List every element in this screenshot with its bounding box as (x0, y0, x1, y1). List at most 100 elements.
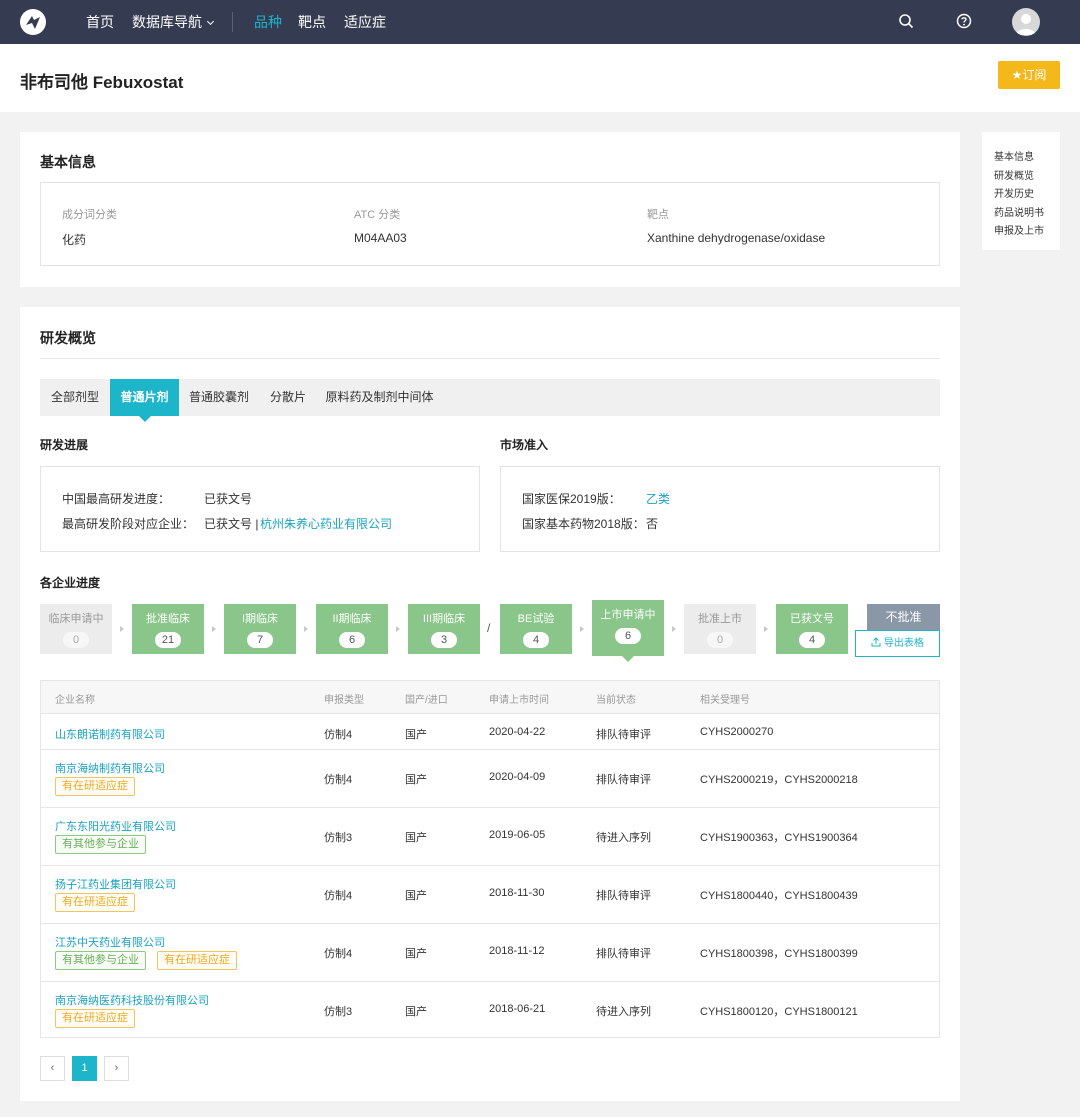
status: 待进入序列 (596, 1006, 651, 1018)
basic-info-card: 基本信息 成分词分类 化药 ATC 分类 M04AA03 靶点 Xanthine… (20, 132, 960, 287)
search-icon[interactable] (898, 13, 914, 32)
filing-type: 仿制4 (324, 774, 353, 786)
table-row: 广东东阳光药业有限公司 有其他参与企业 仿制3 国产 2019-06-05 待进… (41, 808, 939, 866)
arrow-right-icon (580, 626, 584, 632)
arrow-right-icon (304, 626, 308, 632)
tab-dispersible[interactable]: 分散片 (259, 379, 317, 416)
side-item-basic-info[interactable]: 基本信息 (994, 148, 1034, 163)
field-label: 靶点 (647, 209, 669, 221)
subscribe-label: 订阅 (1022, 68, 1047, 82)
pagination-prev-button[interactable]: ‹ (40, 1056, 65, 1081)
company-name-link[interactable]: 山东朗诺制药有限公司 (55, 726, 165, 742)
stage-count: 4 (799, 632, 825, 648)
filing-date: 2020-04-22 (489, 726, 546, 738)
pagination-page-button[interactable]: 1 (72, 1056, 97, 1081)
arrow-right-icon (672, 626, 676, 632)
stage-name: 临床申请中 (48, 613, 104, 625)
nav-database[interactable]: 数据库导航 (132, 13, 215, 31)
nav-divider (232, 12, 233, 32)
stage-count: 0 (63, 632, 89, 648)
logo-icon[interactable] (20, 9, 46, 35)
reference-links[interactable]: CYHS1800120，CYHS1800121 (700, 1003, 858, 1019)
column-header: 国产/进口 (405, 695, 448, 706)
basic-info-box: 成分词分类 化药 ATC 分类 M04AA03 靶点 Xanthine dehy… (40, 182, 940, 266)
top-nav: 首页 数据库导航 品种 靶点 适应症 (0, 0, 1080, 44)
stage-name: 批准临床 (146, 613, 190, 625)
reference-links[interactable]: CYHS1800398，CYHS1800399 (700, 945, 858, 961)
column-header: 当前状态 (596, 695, 636, 706)
tab-all-forms[interactable]: 全部剂型 (40, 379, 110, 416)
origin: 国产 (405, 948, 427, 960)
arrow-right-icon (212, 626, 216, 632)
company-name-link[interactable]: 江苏中天药业有限公司 (55, 934, 165, 950)
stage-count: 7 (247, 632, 273, 648)
side-item-history[interactable]: 开发历史 (994, 185, 1034, 200)
stage-market-application[interactable]: 上市申请中 6 (592, 600, 664, 662)
stage-phase-2[interactable]: II期临床 6 (316, 604, 388, 654)
nav-indications[interactable]: 适应症 (344, 13, 386, 31)
tab-tablets[interactable]: 普通片剂 (110, 379, 179, 422)
stage-count: 3 (431, 632, 457, 648)
filing-date: 2019-06-05 (489, 829, 546, 841)
pipeline-title: 各企业进度 (40, 576, 101, 590)
reference-links[interactable]: CYHS2000219，CYHS2000218 (700, 771, 858, 787)
chevron-down-icon (206, 17, 215, 26)
market-box: 国家医保2019版： 乙类 国家基本药物2018版： 否 (500, 466, 940, 552)
company-name-link[interactable]: 南京海纳制药有限公司 (55, 760, 165, 776)
nav-targets[interactable]: 靶点 (298, 13, 326, 31)
help-icon[interactable] (956, 13, 972, 32)
filing-type: 仿制3 (324, 832, 353, 844)
stage-count: 21 (155, 632, 181, 648)
filing-date: 2018-06-21 (489, 1003, 546, 1015)
stage-clinical-approved[interactable]: 批准临床 21 (132, 604, 204, 654)
pagination-next-button[interactable]: › (104, 1056, 129, 1081)
tab-api[interactable]: 原料药及制剂中间体 (317, 379, 442, 416)
export-icon (871, 637, 884, 649)
reference-links[interactable]: CYHS2000270 (700, 726, 773, 738)
market-title: 市场准入 (500, 438, 549, 452)
stage-name: II期临床 (332, 613, 372, 625)
page-title: 非布司他 Febuxostat (20, 73, 184, 92)
status: 排队待审评 (596, 729, 651, 741)
market-value-link[interactable]: 乙类 (646, 490, 670, 507)
side-item-rd-overview[interactable]: 研发概览 (994, 167, 1034, 182)
export-table-button[interactable]: 导出表格 (855, 630, 940, 657)
avatar[interactable] (1012, 8, 1040, 36)
stage-clinical-application[interactable]: 临床申请中 0 (40, 604, 112, 654)
stage-licensed[interactable]: 已获文号 4 (776, 604, 848, 654)
reference-links[interactable]: CYHS1800440，CYHS1800439 (700, 887, 858, 903)
stage-market-approved[interactable]: 批准上市 0 (684, 604, 756, 654)
subscribe-button[interactable]: ★订阅 (998, 61, 1060, 89)
table-row: 扬子江药业集团有限公司 有在研适应症 仿制4 国产 2018-11-30 排队待… (41, 866, 939, 924)
stage-name: BE试验 (517, 613, 555, 625)
side-item-label-doc[interactable]: 药品说明书 (994, 204, 1044, 219)
tab-capsules[interactable]: 普通胶囊剂 (179, 379, 259, 416)
company-link[interactable]: 杭州朱养心药业有限公司 (260, 515, 392, 532)
tag-research-indication: 有在研适应症 (55, 777, 135, 796)
tag-other-participants: 有其他参与企业 (55, 835, 146, 854)
field-value: M04AA03 (354, 231, 407, 245)
tag-other-participants: 有其他参与企业 (55, 951, 146, 970)
side-item-filing[interactable]: 申报及上市 (994, 222, 1044, 237)
stage-phase-1[interactable]: I期临床 7 (224, 604, 296, 654)
stage-phase-3[interactable]: III期临床 3 (408, 604, 480, 654)
company-name-link[interactable]: 南京海纳医药科技股份有限公司 (55, 992, 209, 1008)
progress-label: 中国最高研发进度： (62, 492, 171, 506)
nav-home[interactable]: 首页 (86, 13, 114, 31)
stage-count: 6 (615, 628, 641, 644)
section-side-nav: 基本信息 研发概览 开发历史 药品说明书 申报及上市 (982, 132, 1060, 250)
table-header: 企业名称 申报类型 国产/进口 申请上市时间 当前状态 相关受理号 (41, 681, 939, 714)
nav-varieties[interactable]: 品种 (254, 13, 282, 31)
company-name-link[interactable]: 广东东阳光药业有限公司 (55, 818, 176, 834)
stage-rejected[interactable]: 不批准 (867, 604, 940, 630)
dosage-tabs: 全部剂型 普通片剂 普通胶囊剂 分散片 原料药及制剂中间体 (40, 379, 940, 422)
field-label: ATC 分类 (354, 209, 401, 221)
stage-be-trial[interactable]: BE试验 4 (500, 604, 572, 654)
reference-links[interactable]: CYHS1900363，CYHS1900364 (700, 829, 858, 845)
company-name-link[interactable]: 扬子江药业集团有限公司 (55, 876, 176, 892)
stage-count: 6 (339, 632, 365, 648)
origin: 国产 (405, 774, 427, 786)
tag-research-indication: 有在研适应症 (55, 1009, 135, 1028)
filing-type: 仿制4 (324, 890, 353, 902)
column-header: 申请上市时间 (489, 695, 549, 706)
